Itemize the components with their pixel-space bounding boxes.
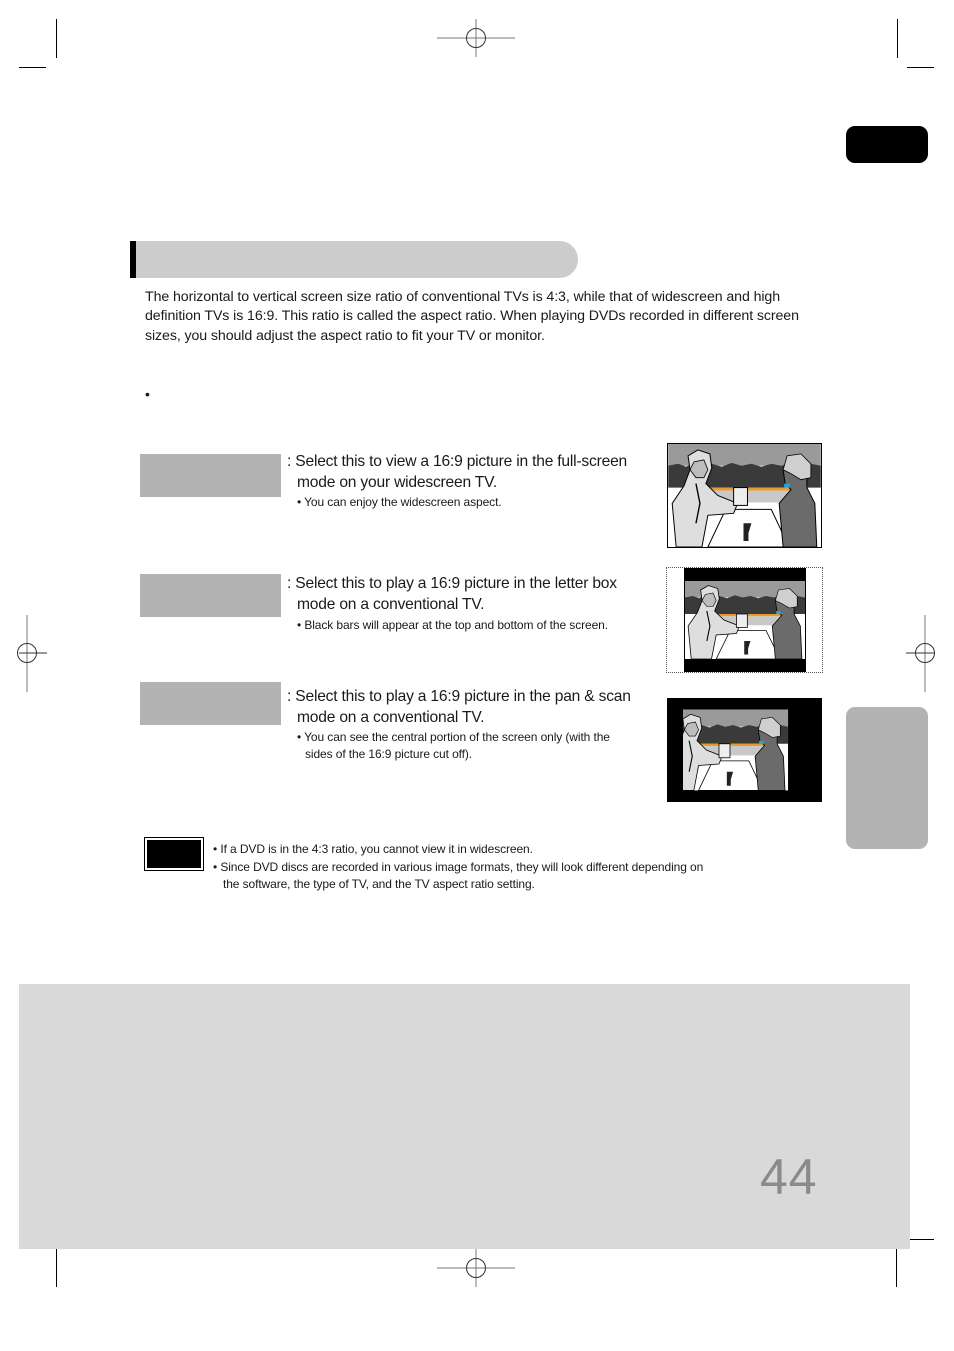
footer-panel — [19, 984, 910, 1249]
intro-paragraph: The horizontal to vertical screen size r… — [145, 289, 799, 344]
option-description: : Select this to play a 16:9 picture in … — [287, 686, 662, 728]
bullet-marker: • — [145, 386, 150, 402]
scene-image — [683, 699, 804, 801]
note-badge — [144, 837, 204, 871]
chapter-tab — [846, 126, 928, 163]
note-line: the software, the type of TV, and the TV… — [223, 877, 535, 891]
crop-mark — [896, 1249, 897, 1287]
option-label-letterbox — [140, 574, 281, 617]
crop-mark — [897, 19, 898, 58]
scene-image — [685, 581, 805, 659]
crop-mark — [907, 67, 934, 68]
scene-image — [668, 444, 821, 547]
widescreen-illustration — [667, 443, 822, 548]
section-header — [130, 241, 578, 278]
note-item: • Since DVD discs are recorded in variou… — [213, 859, 813, 894]
crop-mark — [56, 19, 57, 58]
note-line: • Since DVD discs are recorded in variou… — [213, 859, 704, 874]
note-line: • If a DVD is in the 4:3 ratio, you cann… — [213, 842, 533, 856]
option-description: : Select this to view a 16:9 picture in … — [287, 451, 662, 493]
option-note: • You can enjoy the widescreen aspect. — [297, 495, 502, 509]
crop-mark — [56, 1249, 57, 1287]
note-line: • You can see the central portion of the… — [297, 730, 610, 744]
crop-mark — [19, 67, 46, 68]
description-line: mode on a conventional TV. — [297, 709, 485, 726]
description-line: : Select this to play a 16:9 picture in … — [287, 575, 617, 592]
option-note: • Black bars will appear at the top and … — [297, 618, 608, 632]
option-label-pan-scan — [140, 682, 281, 725]
registration-target-icon — [437, 19, 515, 57]
description-line: : Select this to view a 16:9 picture in … — [287, 453, 628, 470]
notes-list: • If a DVD is in the 4:3 ratio, you cann… — [213, 841, 813, 894]
letterbox-illustration — [666, 567, 823, 673]
option-label-widescreen — [140, 454, 281, 497]
description-line: mode on your widescreen TV. — [297, 474, 498, 491]
pan-scan-illustration — [667, 698, 822, 802]
registration-target-icon — [437, 1249, 515, 1287]
page-number: 44 — [760, 1149, 818, 1205]
registration-target-icon — [17, 615, 47, 692]
note-item: • If a DVD is in the 4:3 ratio, you cann… — [213, 841, 813, 859]
section-side-tab — [846, 707, 928, 849]
registration-target-icon — [906, 615, 935, 692]
option-description: : Select this to play a 16:9 picture in … — [287, 573, 662, 615]
section-header-accent-bar — [130, 241, 136, 278]
option-note: • You can see the central portion of the… — [297, 729, 657, 763]
note-line: sides of the 16:9 picture cut off). — [305, 747, 473, 761]
crop-mark — [906, 1239, 934, 1240]
description-line: : Select this to play a 16:9 picture in … — [287, 688, 631, 705]
note-badge-fill — [147, 840, 201, 868]
description-line: mode on a conventional TV. — [297, 596, 485, 613]
